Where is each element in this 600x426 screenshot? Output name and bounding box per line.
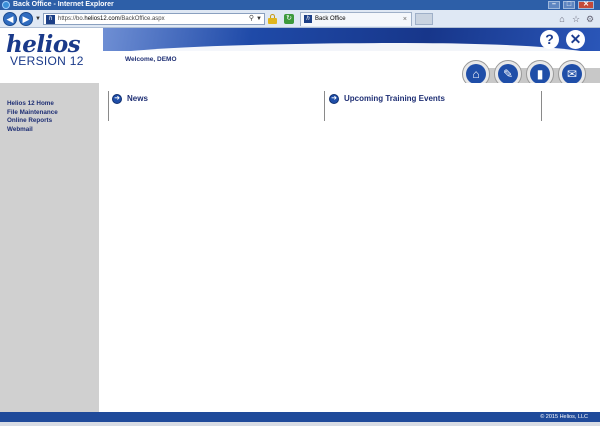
- address-dropdown-icon[interactable]: ▼: [256, 14, 262, 24]
- logout-button[interactable]: ✕: [566, 30, 585, 49]
- lock-icon[interactable]: [268, 14, 277, 24]
- site-favicon-icon: h: [46, 15, 55, 24]
- sidebar: Helios 12 Home File Maintenance Online R…: [0, 83, 99, 412]
- home-browser-icon[interactable]: ⌂: [557, 14, 567, 24]
- training-arrow-icon[interactable]: ➜: [329, 94, 339, 104]
- forward-button[interactable]: ▶: [19, 12, 33, 26]
- close-tab-icon[interactable]: ×: [403, 13, 407, 26]
- news-arrow-icon[interactable]: ➜: [112, 94, 122, 104]
- welcome-message: Welcome, DEMO: [125, 56, 177, 63]
- window-title-bar: Back Office - Internet Explorer – □ ✕: [0, 0, 600, 10]
- minimize-button[interactable]: –: [548, 1, 560, 9]
- url-prefix: https://bo.: [58, 16, 85, 22]
- footer: © 2015 Helios, LLC: [0, 412, 600, 422]
- home-icon: ⌂: [466, 64, 486, 84]
- training-events-panel: ➜ Upcoming Training Events: [325, 91, 542, 121]
- url-host: helios12.com: [84, 16, 120, 22]
- logo-wordmark: helios: [6, 31, 81, 58]
- sidebar-item-webmail[interactable]: Webmail: [7, 126, 99, 135]
- news-panel: ➜ News: [108, 91, 325, 121]
- url-path: /BackOffice.aspx: [119, 16, 165, 22]
- sidebar-item-file-maintenance[interactable]: File Maintenance: [7, 109, 99, 118]
- news-title[interactable]: News: [127, 94, 148, 103]
- favorites-star-icon[interactable]: ☆: [571, 14, 581, 24]
- training-events-title[interactable]: Upcoming Training Events: [344, 94, 445, 103]
- new-tab-button[interactable]: [415, 13, 433, 25]
- refresh-icon[interactable]: ↻: [284, 14, 294, 24]
- settings-gear-icon[interactable]: ⚙: [585, 14, 595, 24]
- bar-chart-icon: ▮: [530, 64, 550, 84]
- helios-logo: helios VERSION 12: [6, 31, 101, 68]
- wrench-icon: ✎: [498, 64, 518, 84]
- sidebar-menu: Helios 12 Home File Maintenance Online R…: [0, 83, 99, 134]
- copyright: © 2015 Helios, LLC: [540, 414, 588, 420]
- tab-title: Back Office: [315, 16, 346, 22]
- main-content: ➜ News ➜ Upcoming Training Events: [99, 83, 600, 412]
- close-window-button[interactable]: ✕: [578, 1, 594, 9]
- tab-back-office[interactable]: h Back Office ×: [300, 12, 412, 26]
- logo-version: VERSION 12: [10, 54, 84, 68]
- maximize-button[interactable]: □: [563, 1, 575, 9]
- help-button[interactable]: ?: [540, 30, 559, 49]
- window-bottom-border: [0, 422, 600, 426]
- sidebar-item-home[interactable]: Helios 12 Home: [7, 100, 99, 109]
- envelope-icon: ✉: [562, 64, 582, 84]
- window-title: Back Office - Internet Explorer: [13, 1, 114, 8]
- header-banner: [100, 28, 600, 57]
- back-button[interactable]: ◀: [3, 12, 17, 26]
- search-icon[interactable]: ⚲: [249, 14, 254, 24]
- address-bar[interactable]: h https://bo.helios12.com/BackOffice.asp…: [43, 13, 265, 25]
- sidebar-item-online-reports[interactable]: Online Reports: [7, 117, 99, 126]
- browser-toolbar: ◀ ▶ ▼ h https://bo.helios12.com/BackOffi…: [0, 10, 600, 28]
- history-dropdown-icon[interactable]: ▼: [35, 16, 41, 22]
- tab-favicon-icon: h: [304, 15, 312, 23]
- internet-explorer-icon: [2, 1, 10, 9]
